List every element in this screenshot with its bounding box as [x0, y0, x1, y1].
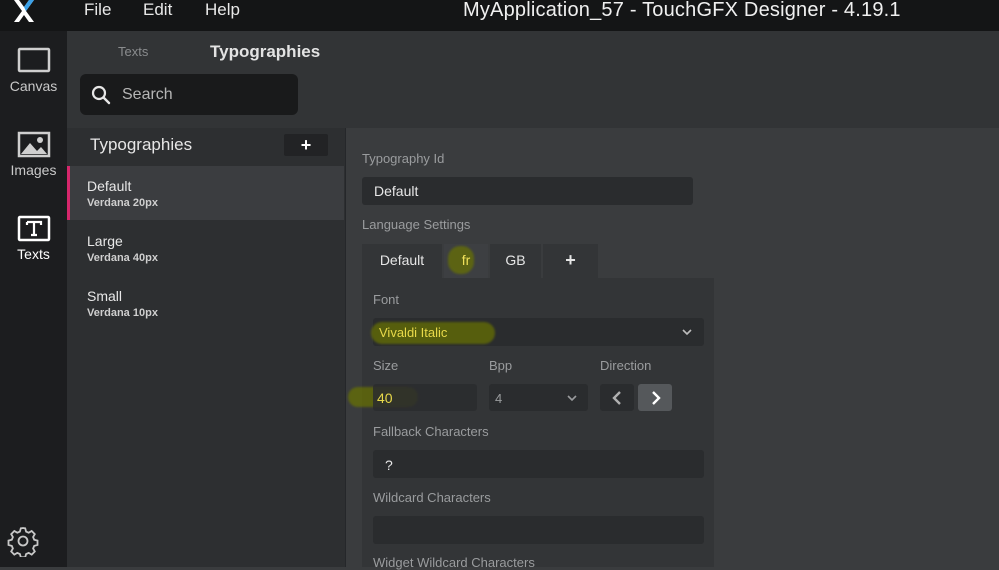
- menu-help[interactable]: Help: [205, 0, 240, 20]
- chevron-down-icon: [682, 329, 692, 336]
- title-bar: File Edit Help MyApplication_57 - TouchG…: [0, 0, 999, 31]
- search-placeholder: Search: [122, 86, 173, 103]
- direction-rtl-button[interactable]: [638, 384, 672, 411]
- gear-icon[interactable]: [7, 525, 39, 557]
- typography-item-default[interactable]: Default Verdana 20px: [67, 166, 344, 220]
- typography-name: Small: [87, 288, 123, 304]
- typography-id-label: Typography Id: [362, 151, 445, 166]
- typography-item-small[interactable]: Small Verdana 10px: [67, 276, 344, 330]
- chevron-down-icon: [567, 395, 577, 402]
- nav-texts[interactable]: Texts: [0, 215, 67, 285]
- canvas-icon: [17, 47, 50, 73]
- nav-images-label: Images: [10, 162, 57, 178]
- add-typography-button[interactable]: +: [284, 134, 328, 156]
- tab-texts[interactable]: Texts: [118, 44, 148, 59]
- size-label: Size: [373, 358, 399, 373]
- highlight-mark: [448, 246, 474, 274]
- chevron-left-icon: [612, 391, 621, 405]
- size-field[interactable]: 40: [373, 384, 477, 411]
- typography-id-value: Default: [374, 183, 419, 199]
- bpp-select[interactable]: 4: [489, 384, 588, 411]
- font-label: Font: [373, 292, 400, 307]
- add-language-button[interactable]: +: [543, 244, 598, 278]
- direction-label: Direction: [600, 358, 652, 373]
- tab-language-fr[interactable]: fr: [444, 244, 488, 278]
- window-title: MyApplication_57 - TouchGFX Designer - 4…: [463, 0, 901, 21]
- typography-name: Default: [87, 178, 132, 194]
- typography-font: Verdana 40px: [87, 252, 158, 264]
- wildcard-characters-label: Wildcard Characters: [373, 490, 491, 505]
- typographies-header: Typographies: [90, 135, 193, 154]
- language-settings-label: Language Settings: [362, 217, 471, 232]
- direction-ltr-button[interactable]: [600, 384, 634, 411]
- left-nav-bar: Canvas Images Texts: [0, 31, 67, 567]
- wildcard-characters-field[interactable]: [373, 516, 704, 544]
- typography-id-field[interactable]: Default: [362, 177, 693, 205]
- font-select-value: Vivaldi Italic: [379, 325, 448, 340]
- images-icon: [17, 131, 50, 158]
- tab-typographies[interactable]: Typographies: [210, 42, 320, 62]
- typography-name: Large: [87, 233, 123, 249]
- tab-language-default[interactable]: Default: [362, 244, 442, 278]
- font-select[interactable]: Vivaldi Italic: [371, 318, 704, 346]
- size-value: 40: [377, 390, 393, 406]
- tab-language-gb[interactable]: GB: [490, 244, 541, 278]
- texts-icon: [17, 215, 50, 242]
- nav-canvas[interactable]: Canvas: [0, 47, 67, 117]
- bpp-value: 4: [495, 391, 503, 406]
- menu-edit[interactable]: Edit: [143, 0, 172, 20]
- widget-wildcard-characters-label: Widget Wildcard Characters: [373, 555, 535, 570]
- tab-language-fr-label: fr: [461, 252, 471, 268]
- touchgfx-logo-icon: [14, 0, 34, 22]
- typography-item-large[interactable]: Large Verdana 40px: [67, 221, 344, 275]
- chevron-right-icon: [652, 391, 661, 405]
- fallback-characters-field[interactable]: ?: [373, 450, 704, 478]
- search-input[interactable]: Search: [80, 74, 298, 115]
- bpp-label: Bpp: [489, 358, 513, 373]
- menu-file[interactable]: File: [84, 0, 111, 20]
- typography-font: Verdana 20px: [87, 197, 158, 209]
- nav-images[interactable]: Images: [0, 131, 67, 201]
- search-icon: [91, 85, 111, 105]
- typography-font: Verdana 10px: [87, 307, 158, 319]
- nav-texts-label: Texts: [17, 246, 50, 262]
- fallback-characters-label: Fallback Characters: [373, 424, 489, 439]
- nav-canvas-label: Canvas: [9, 78, 58, 94]
- fallback-characters-value: ?: [385, 457, 393, 473]
